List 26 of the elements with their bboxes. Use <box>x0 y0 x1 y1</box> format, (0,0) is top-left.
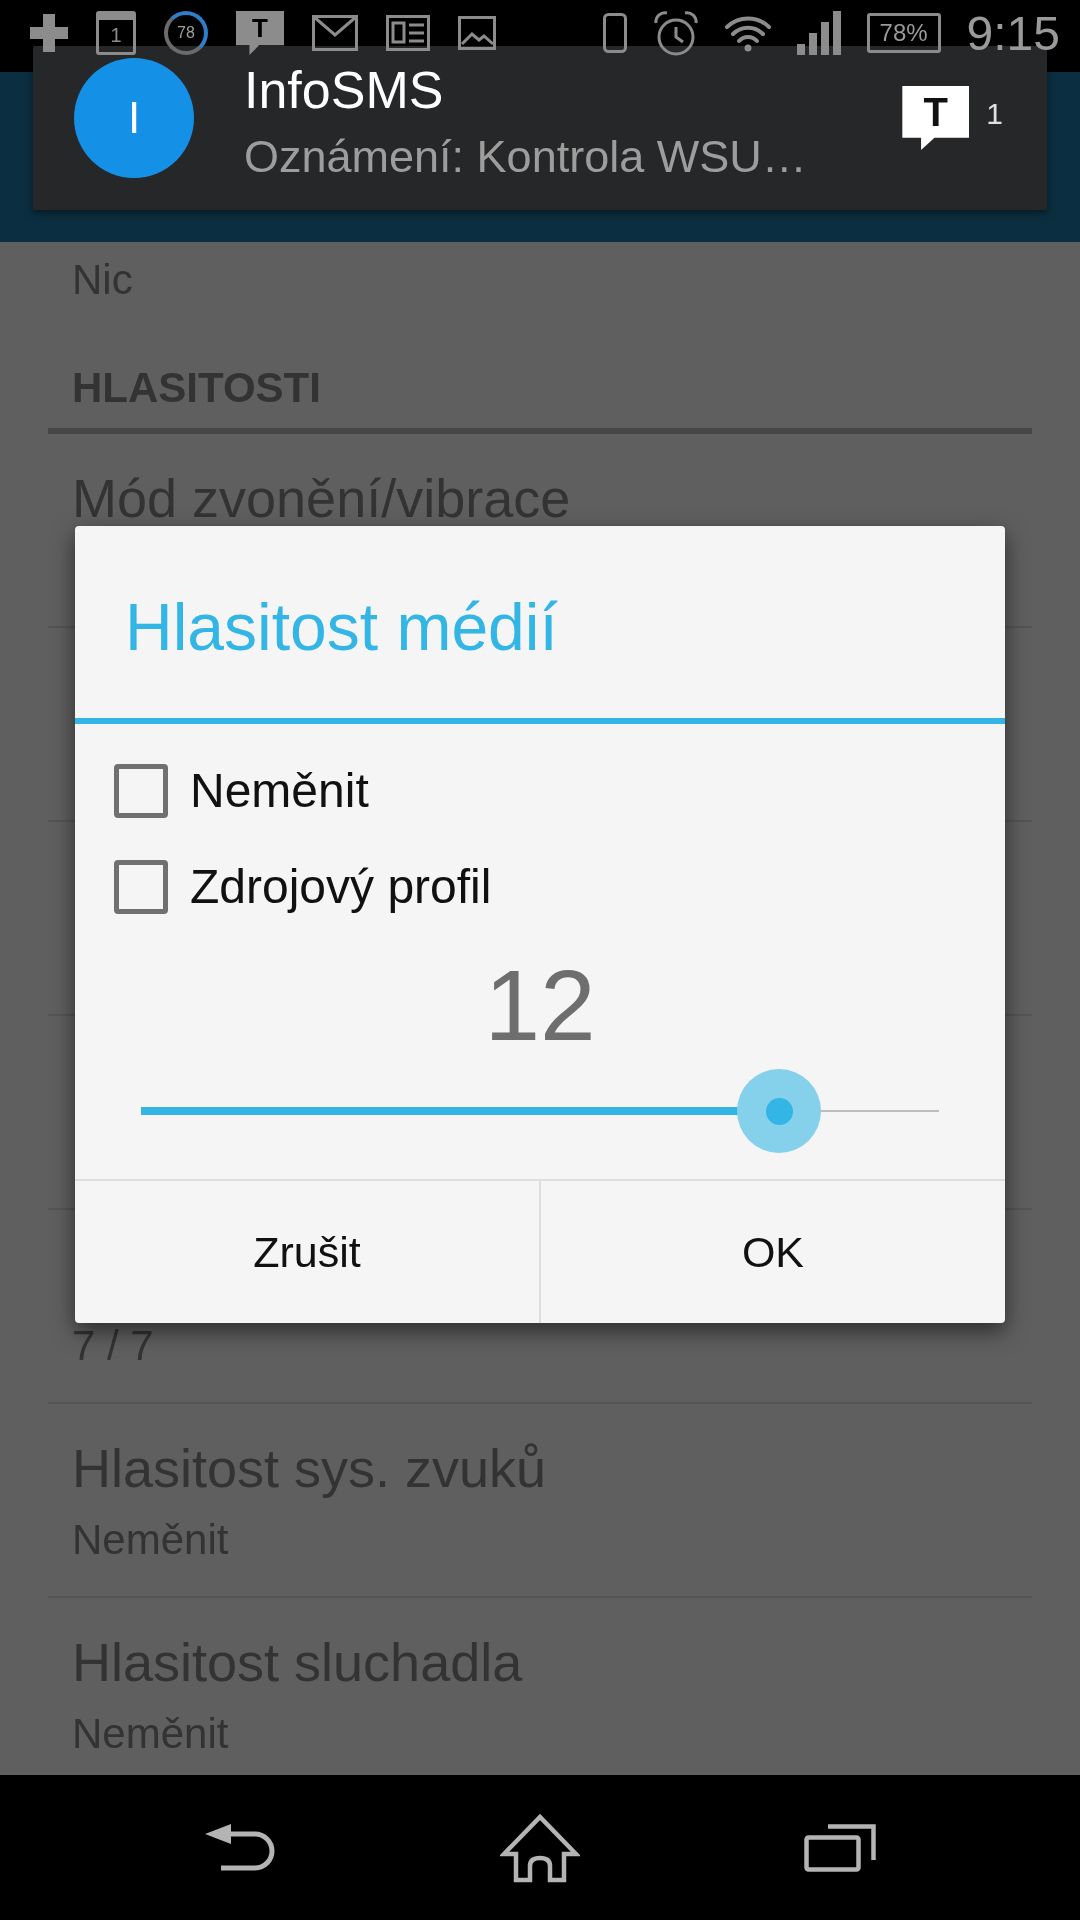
mail-icon <box>312 15 358 51</box>
home-icon[interactable] <box>500 1812 580 1883</box>
back-icon[interactable] <box>205 1822 275 1873</box>
checkbox-label[interactable]: Zdrojový profil <box>190 859 492 915</box>
battery-indicator: 78% <box>866 13 941 53</box>
checkbox-label[interactable]: Neměnit <box>190 763 369 819</box>
image-icon <box>458 16 496 50</box>
slider-track[interactable] <box>141 1069 939 1153</box>
dialog-title: Hlasitost médií <box>125 589 558 666</box>
dialog-button[interactable]: OK <box>539 1181 1005 1323</box>
plus-icon <box>30 14 68 52</box>
recents-icon[interactable] <box>804 1823 876 1872</box>
document-icon <box>386 15 430 51</box>
dialog-button[interactable]: Zrušit <box>75 1181 539 1323</box>
notification-count: 1 <box>986 96 1003 132</box>
app-badge: T <box>902 86 970 150</box>
phone-icon <box>602 13 627 53</box>
checkbox[interactable] <box>114 860 168 914</box>
notification-title: InfoSMS <box>244 60 444 120</box>
avatar: I <box>74 58 194 178</box>
alarm-clock-icon <box>652 10 699 56</box>
wifi-icon <box>724 14 771 52</box>
signal-bars-icon <box>796 11 841 55</box>
checkbox[interactable] <box>114 764 168 818</box>
volume-value: 12 <box>484 950 596 1060</box>
notification-text: Oznámení: Kontrola WSU… <box>244 131 807 183</box>
